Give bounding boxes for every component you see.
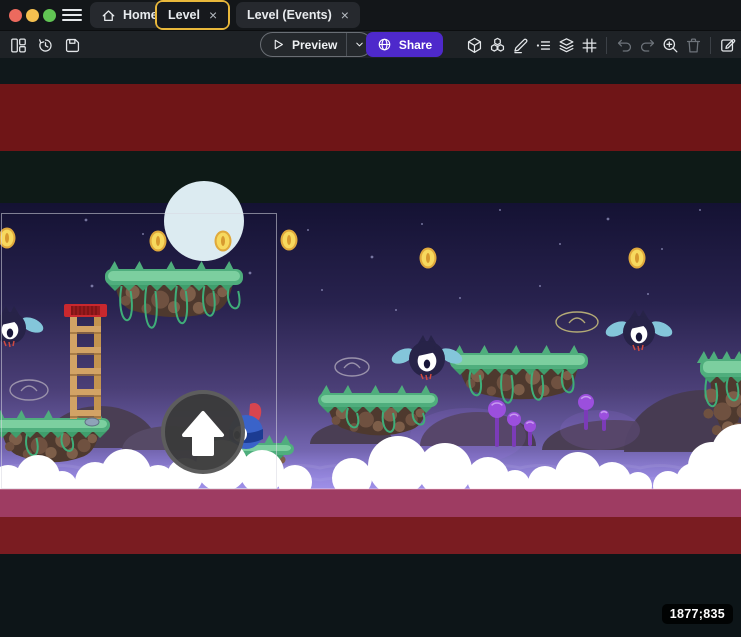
star [699, 209, 701, 211]
foreground-band [0, 489, 741, 517]
tab-level-events[interactable]: Level (Events) × [236, 2, 360, 28]
edit-scene-button[interactable] [717, 34, 739, 56]
chevron-down-icon [354, 39, 365, 50]
moon[interactable] [164, 181, 244, 261]
star [395, 309, 397, 311]
object-groups-icon [488, 36, 507, 55]
delete-button[interactable] [682, 34, 704, 56]
tab-level-highlight: Level × [155, 0, 230, 30]
star [539, 285, 541, 287]
star [559, 243, 561, 245]
star [661, 248, 663, 250]
preview-label: Preview [292, 38, 337, 52]
tab-label: Level (Events) [247, 8, 332, 22]
layers-button[interactable] [555, 34, 577, 56]
undo-button[interactable] [613, 34, 635, 56]
scene-render [0, 58, 741, 637]
instances-list-icon [534, 36, 553, 55]
preview-button[interactable]: Preview [261, 38, 346, 52]
home-icon [101, 8, 116, 23]
star [142, 233, 144, 235]
project-manager-button[interactable] [7, 34, 29, 56]
preview-split-button: Preview [260, 32, 372, 57]
background-band [0, 84, 741, 151]
tab-close-icon[interactable]: × [341, 8, 349, 22]
main-menu-button[interactable] [59, 4, 85, 26]
trash-icon [684, 36, 703, 55]
star [85, 219, 88, 222]
foreground-band [0, 554, 741, 637]
redo-icon [638, 36, 657, 55]
grid-icon [580, 36, 599, 55]
foreground-band [0, 517, 741, 554]
tab-close-icon[interactable]: × [209, 8, 217, 22]
background-band [0, 58, 741, 84]
star [459, 297, 461, 299]
hamburger-icon [62, 9, 82, 11]
coin[interactable] [281, 230, 298, 251]
grid-button[interactable] [578, 34, 600, 56]
project-manager-icon [9, 36, 28, 55]
toolbar-left-group [7, 34, 83, 56]
star [607, 218, 610, 221]
layers-icon [557, 36, 576, 55]
tab-level[interactable]: Level × [157, 2, 228, 28]
star [91, 285, 94, 288]
coin[interactable] [215, 231, 232, 252]
objects-icon [465, 36, 484, 55]
share-button[interactable]: Share [366, 32, 443, 57]
zoom-in-button[interactable] [659, 34, 681, 56]
undo-icon [615, 36, 634, 55]
expand-window-button[interactable] [43, 9, 56, 22]
object-groups-button[interactable] [486, 34, 508, 56]
redo-button[interactable] [636, 34, 658, 56]
touch-arrow-button[interactable] [163, 392, 243, 472]
star [421, 223, 423, 225]
star [647, 293, 649, 295]
tab-label: Level [168, 8, 200, 22]
star [249, 272, 252, 275]
close-window-button[interactable] [9, 9, 22, 22]
properties-icon [511, 36, 530, 55]
star [499, 209, 501, 211]
star [307, 229, 309, 231]
background-band [0, 151, 741, 203]
zoom-in-icon [661, 36, 680, 55]
play-icon [272, 38, 285, 51]
objects-panel-button[interactable] [463, 34, 485, 56]
coin[interactable] [150, 231, 167, 252]
star [371, 256, 374, 259]
share-label: Share [399, 38, 432, 52]
coin[interactable] [420, 248, 437, 269]
toolbar-separator [606, 37, 607, 54]
history-icon [36, 36, 55, 55]
globe-icon [377, 37, 392, 52]
properties-button[interactable] [509, 34, 531, 56]
scene-editor-canvas[interactable]: 1877;835 [0, 58, 741, 637]
save-icon [63, 36, 82, 55]
star [321, 289, 323, 291]
traffic-lights [9, 9, 56, 22]
toolbar: Preview Share [0, 30, 741, 58]
cursor-coordinates: 1877;835 [662, 604, 733, 624]
toolbar-right-group [463, 34, 739, 56]
tab-label: Home [123, 8, 158, 22]
toolbar-separator [710, 37, 711, 54]
save-button[interactable] [61, 34, 83, 56]
titlebar: Home Level × Level (Events) × [0, 0, 741, 30]
coin[interactable] [629, 248, 646, 269]
instances-list-button[interactable] [532, 34, 554, 56]
edit-scene-icon [719, 36, 738, 55]
history-button[interactable] [34, 34, 56, 56]
minimize-window-button[interactable] [26, 9, 39, 22]
